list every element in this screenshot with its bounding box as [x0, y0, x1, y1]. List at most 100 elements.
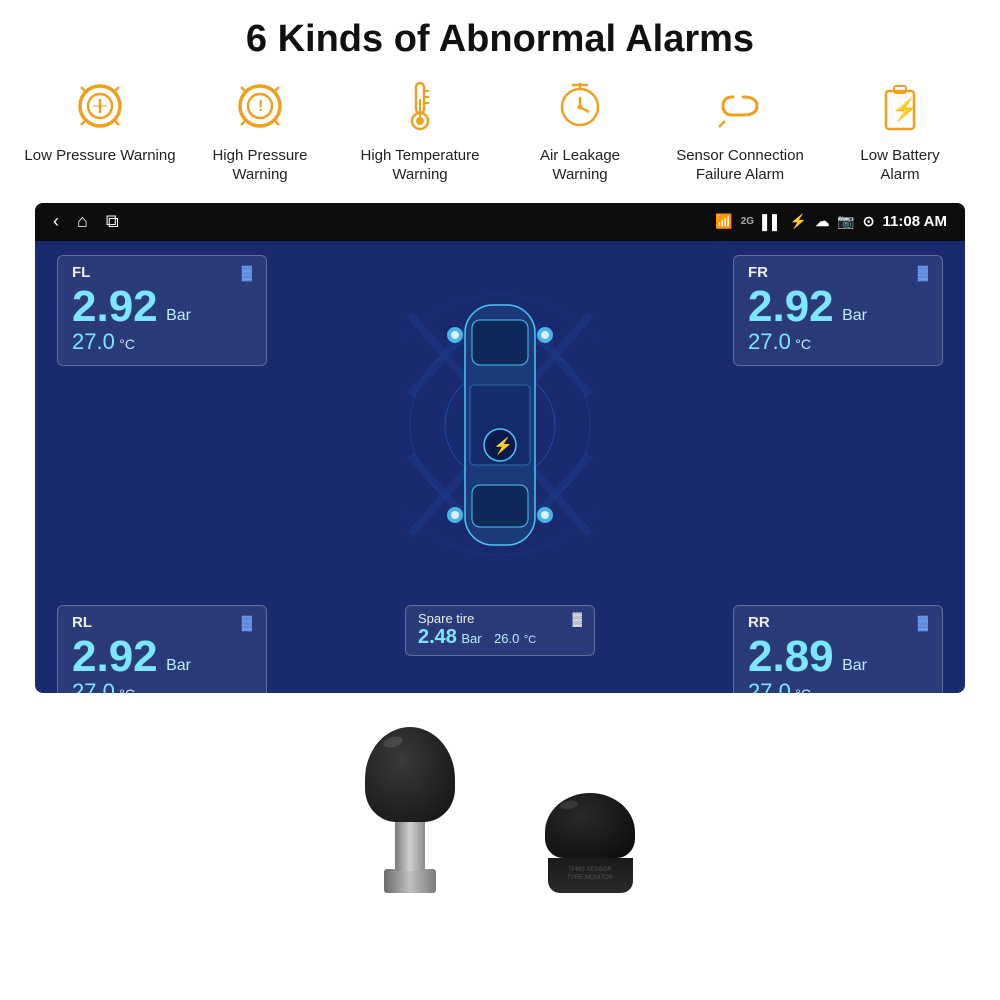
wifi-icon: 📶	[715, 213, 732, 230]
fr-label: FR	[748, 264, 768, 281]
alarm-high-temp: High TemperatureWarning	[340, 79, 500, 185]
rr-temp: 27.0	[748, 679, 791, 693]
tpms-area: FL ▓ 2.92 Bar 27.0 °C	[35, 241, 965, 693]
back-icon[interactable]: ‹	[53, 211, 59, 232]
fr-pressure-unit: Bar	[842, 307, 867, 324]
fl-temp-unit: °C	[119, 336, 135, 352]
tpms-top-row: FL ▓ 2.92 Bar 27.0 °C	[57, 255, 943, 595]
sensor-head	[365, 727, 455, 822]
camera-icon: 📷	[837, 213, 854, 230]
fr-battery-icon: ▓	[918, 264, 928, 280]
page-title: 6 Kinds of Abnormal Alarms	[246, 18, 754, 61]
alarms-row: Low Pressure Warning ! High PressureWarn…	[20, 79, 980, 185]
rl-temp-row: 27.0 °C	[72, 679, 252, 693]
spare-pressure-unit: Bar	[461, 631, 481, 646]
high-temp-label: High TemperatureWarning	[361, 147, 480, 185]
hardware-section: TPMS SENSORTYRE MONITOR	[35, 703, 965, 893]
sensor-base	[384, 869, 436, 893]
high-temp-icon	[398, 79, 442, 141]
low-battery-icon: ⚡	[880, 79, 920, 141]
tire-card-spare: Spare tire ▓ 2.48 Bar 26.0 °C	[405, 605, 595, 656]
spare-temp: 26.0	[494, 631, 519, 646]
rr-temp-unit: °C	[795, 686, 811, 693]
fl-pressure-unit: Bar	[166, 307, 191, 324]
fr-temp-row: 27.0 °C	[748, 329, 928, 355]
rr-pressure-unit: Bar	[842, 657, 867, 674]
target-icon: ⊙	[863, 213, 875, 230]
air-leakage-icon	[555, 79, 605, 141]
alarm-low-pressure: Low Pressure Warning	[20, 79, 180, 166]
low-battery-label: Low BatteryAlarm	[860, 147, 939, 185]
rr-pressure-row: 2.89 Bar	[748, 635, 928, 679]
cap-text: TPMS SENSORTYRE MONITOR	[567, 867, 613, 883]
low-pressure-label: Low Pressure Warning	[24, 147, 175, 166]
svg-text:⚡: ⚡	[493, 436, 513, 455]
home-icon[interactable]: ⌂	[77, 211, 88, 232]
fl-battery-icon: ▓	[242, 264, 252, 280]
fl-header: FL ▓	[72, 264, 252, 281]
alarm-low-battery: ⚡ Low BatteryAlarm	[820, 79, 980, 185]
cap-body: TPMS SENSORTYRE MONITOR	[548, 858, 633, 893]
high-pressure-label: High PressureWarning	[212, 147, 307, 185]
rl-label: RL	[72, 614, 92, 631]
rl-battery-icon: ▓	[242, 614, 252, 630]
fr-header: FR ▓	[748, 264, 928, 281]
tire-card-fr: FR ▓ 2.92 Bar 27.0 °C	[733, 255, 943, 366]
tpms-sensor-stem	[365, 727, 455, 893]
tire-card-fl: FL ▓ 2.92 Bar 27.0 °C	[57, 255, 267, 366]
cloud-icon: ☁	[815, 213, 829, 230]
fr-temp-unit: °C	[795, 336, 811, 352]
rr-temp-row: 27.0 °C	[748, 679, 928, 693]
sensor-fail-icon	[713, 79, 767, 141]
bluetooth-icon: ⚡	[790, 213, 807, 230]
spare-data-row: 2.48 Bar 26.0 °C	[418, 626, 582, 649]
sensor-stem	[395, 816, 425, 871]
nav-controls: ‹ ⌂ ⧉	[53, 211, 119, 232]
fr-pressure-row: 2.92 Bar	[748, 285, 928, 329]
high-pressure-icon: !	[233, 79, 287, 141]
rr-pressure: 2.89	[748, 632, 834, 681]
fl-temp: 27.0	[72, 329, 115, 354]
tpms-bottom-row: RL ▓ 2.92 Bar 27.0 °C	[57, 605, 943, 693]
apps-icon[interactable]: ⧉	[106, 211, 119, 232]
spare-header: Spare tire ▓	[418, 611, 582, 626]
fl-label: FL	[72, 264, 90, 281]
fl-temp-row: 27.0 °C	[72, 329, 252, 355]
page-wrapper: 6 Kinds of Abnormal Alarms Low Pressure …	[0, 0, 1000, 1000]
tpms-screen: ‹ ⌂ ⧉ 📶 2G ▌▌ ⚡ ☁ 📷 ⊙ 11:08 AM F	[35, 203, 965, 693]
sensor-fail-label: Sensor ConnectionFailure Alarm	[676, 147, 804, 185]
status-bar: ‹ ⌂ ⧉ 📶 2G ▌▌ ⚡ ☁ 📷 ⊙ 11:08 AM	[35, 203, 965, 241]
low-pressure-icon	[73, 79, 127, 141]
alarm-high-pressure: ! High PressureWarning	[180, 79, 340, 185]
air-leakage-label: Air LeakageWarning	[540, 147, 620, 185]
spare-battery-icon: ▓	[573, 611, 582, 626]
rl-header: RL ▓	[72, 614, 252, 631]
cap-top	[545, 793, 635, 858]
rl-pressure-row: 2.92 Bar	[72, 635, 252, 679]
tire-card-rr: RR ▓ 2.89 Bar 27.0 °C	[733, 605, 943, 693]
rl-temp: 27.0	[72, 679, 115, 693]
rr-battery-icon: ▓	[918, 614, 928, 630]
rr-header: RR ▓	[748, 614, 928, 631]
car-svg: ⚡	[400, 255, 600, 595]
fl-pressure-row: 2.92 Bar	[72, 285, 252, 329]
car-center-display: ⚡	[267, 255, 733, 595]
signal-icon: ▌▌	[762, 214, 782, 230]
fl-pressure: 2.92	[72, 282, 158, 331]
tire-card-rl: RL ▓ 2.92 Bar 27.0 °C	[57, 605, 267, 693]
spare-pressure: 2.48	[418, 626, 457, 648]
alarm-air-leakage: Air LeakageWarning	[500, 79, 660, 185]
signal-badge: 2G	[741, 216, 754, 227]
spare-temp-unit: °C	[524, 634, 536, 646]
spare-label-text: Spare tire	[418, 611, 474, 626]
rl-pressure: 2.92	[72, 632, 158, 681]
svg-text:!: !	[258, 98, 263, 115]
tpms-sensor-cap: TPMS SENSORTYRE MONITOR	[545, 793, 635, 893]
rr-label: RR	[748, 614, 770, 631]
svg-text:⚡: ⚡	[891, 97, 918, 123]
fr-pressure: 2.92	[748, 282, 834, 331]
rl-pressure-unit: Bar	[166, 657, 191, 674]
status-indicators: 📶 2G ▌▌ ⚡ ☁ 📷 ⊙ 11:08 AM	[715, 213, 947, 230]
fr-temp: 27.0	[748, 329, 791, 354]
rl-temp-unit: °C	[119, 686, 135, 693]
